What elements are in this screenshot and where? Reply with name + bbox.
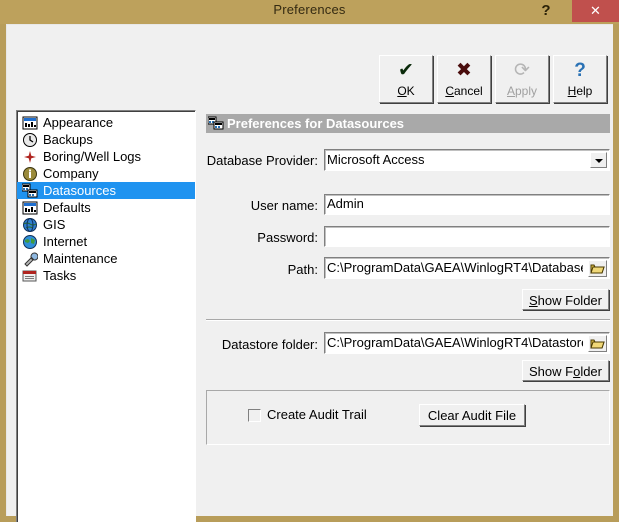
user-name-label: User name:: [250, 198, 318, 213]
panel-header: Preferences for Datasources: [206, 114, 610, 133]
path-input[interactable]: [327, 259, 583, 275]
path-label: Path:: [287, 262, 318, 277]
sidebar-item-backups[interactable]: Backups: [17, 131, 195, 148]
window-chart-icon: [22, 200, 38, 216]
chevron-down-icon[interactable]: [590, 152, 607, 168]
sidebar-item-datasources[interactable]: Datasources: [17, 182, 195, 199]
sidebar-item-label: Boring/Well Logs: [43, 149, 142, 164]
password-input[interactable]: [327, 228, 605, 243]
sidebar-item-label: Maintenance: [43, 251, 118, 266]
help-button[interactable]: ? Help: [553, 55, 607, 103]
star-burst-icon: [22, 149, 38, 165]
database-provider-combobox[interactable]: [324, 149, 610, 171]
task-list-icon: [22, 268, 38, 284]
show-folder-path-button[interactable]: Show Folder: [522, 289, 609, 310]
sidebar-item-appearance[interactable]: Appearance: [17, 114, 195, 131]
apply-button-label: Apply: [506, 84, 538, 98]
sidebar-item-label: GIS: [43, 217, 66, 232]
sidebar-item-internet[interactable]: Internet: [17, 233, 195, 250]
clock-icon: [22, 132, 38, 148]
database-windows-icon: [207, 116, 224, 131]
show-folder-datastore-button[interactable]: Show Folder: [522, 360, 609, 381]
password-label: Password:: [257, 230, 318, 245]
sidebar-item-label: Defaults: [43, 200, 91, 215]
database-windows-icon: [21, 183, 38, 199]
sidebar-item-label: Appearance: [43, 115, 114, 130]
window-chart-icon: [22, 115, 38, 131]
cross-icon: ✖: [456, 60, 472, 81]
dialog-client-area: ✔ OK ✖ Cancel ⟳ Apply ? Help Appearance B…: [6, 24, 613, 522]
titlebar-help-icon[interactable]: ?: [535, 1, 557, 23]
question-mark-icon: ?: [574, 60, 586, 81]
sidebar-item-label: Datasources: [43, 183, 116, 198]
database-provider-input[interactable]: [327, 151, 605, 167]
datastore-folder-field[interactable]: [324, 332, 610, 354]
user-name-field[interactable]: [324, 194, 610, 215]
info-badge-icon: [22, 166, 38, 182]
open-folder-icon[interactable]: [588, 260, 607, 277]
clear-audit-file-button[interactable]: Clear Audit File: [419, 404, 525, 426]
sidebar-item-defaults[interactable]: Defaults: [17, 199, 195, 216]
apply-button: ⟳ Apply: [495, 55, 549, 103]
sidebar-item-label: Company: [43, 166, 99, 181]
datastore-folder-label: Datastore folder:: [221, 337, 318, 352]
panel-header-title: Preferences for Datasources: [227, 116, 405, 131]
preferences-window: Preferences ? ✕ ✔ OK ✖ Cancel ⟳ Apply ? …: [0, 0, 619, 522]
cancel-button-label: Cancel: [445, 84, 483, 98]
refresh-icon: ⟳: [514, 60, 530, 81]
sidebar-item-label: Backups: [43, 132, 93, 147]
password-field[interactable]: [324, 226, 610, 247]
globe-icon: [22, 217, 38, 233]
open-folder-icon[interactable]: [588, 335, 607, 352]
close-icon[interactable]: ✕: [572, 0, 619, 22]
check-icon: ✔: [398, 60, 414, 81]
sidebar-item-maintenance[interactable]: Maintenance: [17, 250, 195, 267]
sidebar-item-boring-well-logs[interactable]: Boring/Well Logs: [17, 148, 195, 165]
sidebar-item-tasks[interactable]: Tasks: [17, 267, 195, 284]
database-provider-label: Database Provider:: [206, 153, 318, 168]
ok-button[interactable]: ✔ OK: [379, 55, 433, 103]
sidebar-item-gis[interactable]: GIS: [17, 216, 195, 233]
create-audit-trail-checkbox[interactable]: [248, 409, 261, 422]
create-audit-trail-label[interactable]: Create Audit Trail: [267, 407, 367, 422]
help-button-label: Help: [567, 84, 593, 98]
cancel-button[interactable]: ✖ Cancel: [437, 55, 491, 103]
title-bar: Preferences ? ✕: [0, 0, 619, 24]
divider-datastore: [206, 319, 610, 321]
datastore-folder-input[interactable]: [327, 334, 583, 350]
category-list[interactable]: Appearance Backups Boring/Well Logs Company…: [16, 110, 196, 522]
audit-group-box: Create Audit Trail Clear Audit File: [206, 390, 610, 445]
wrench-icon: [22, 251, 39, 267]
sidebar-item-label: Tasks: [43, 268, 77, 283]
user-name-input[interactable]: [327, 196, 605, 211]
ok-button-label: OK: [397, 84, 415, 98]
sidebar-item-company[interactable]: Company: [17, 165, 195, 182]
sidebar-item-label: Internet: [43, 234, 88, 249]
window-title: Preferences: [273, 2, 346, 17]
globe-earth-icon: [22, 234, 38, 250]
path-field[interactable]: [324, 257, 610, 279]
